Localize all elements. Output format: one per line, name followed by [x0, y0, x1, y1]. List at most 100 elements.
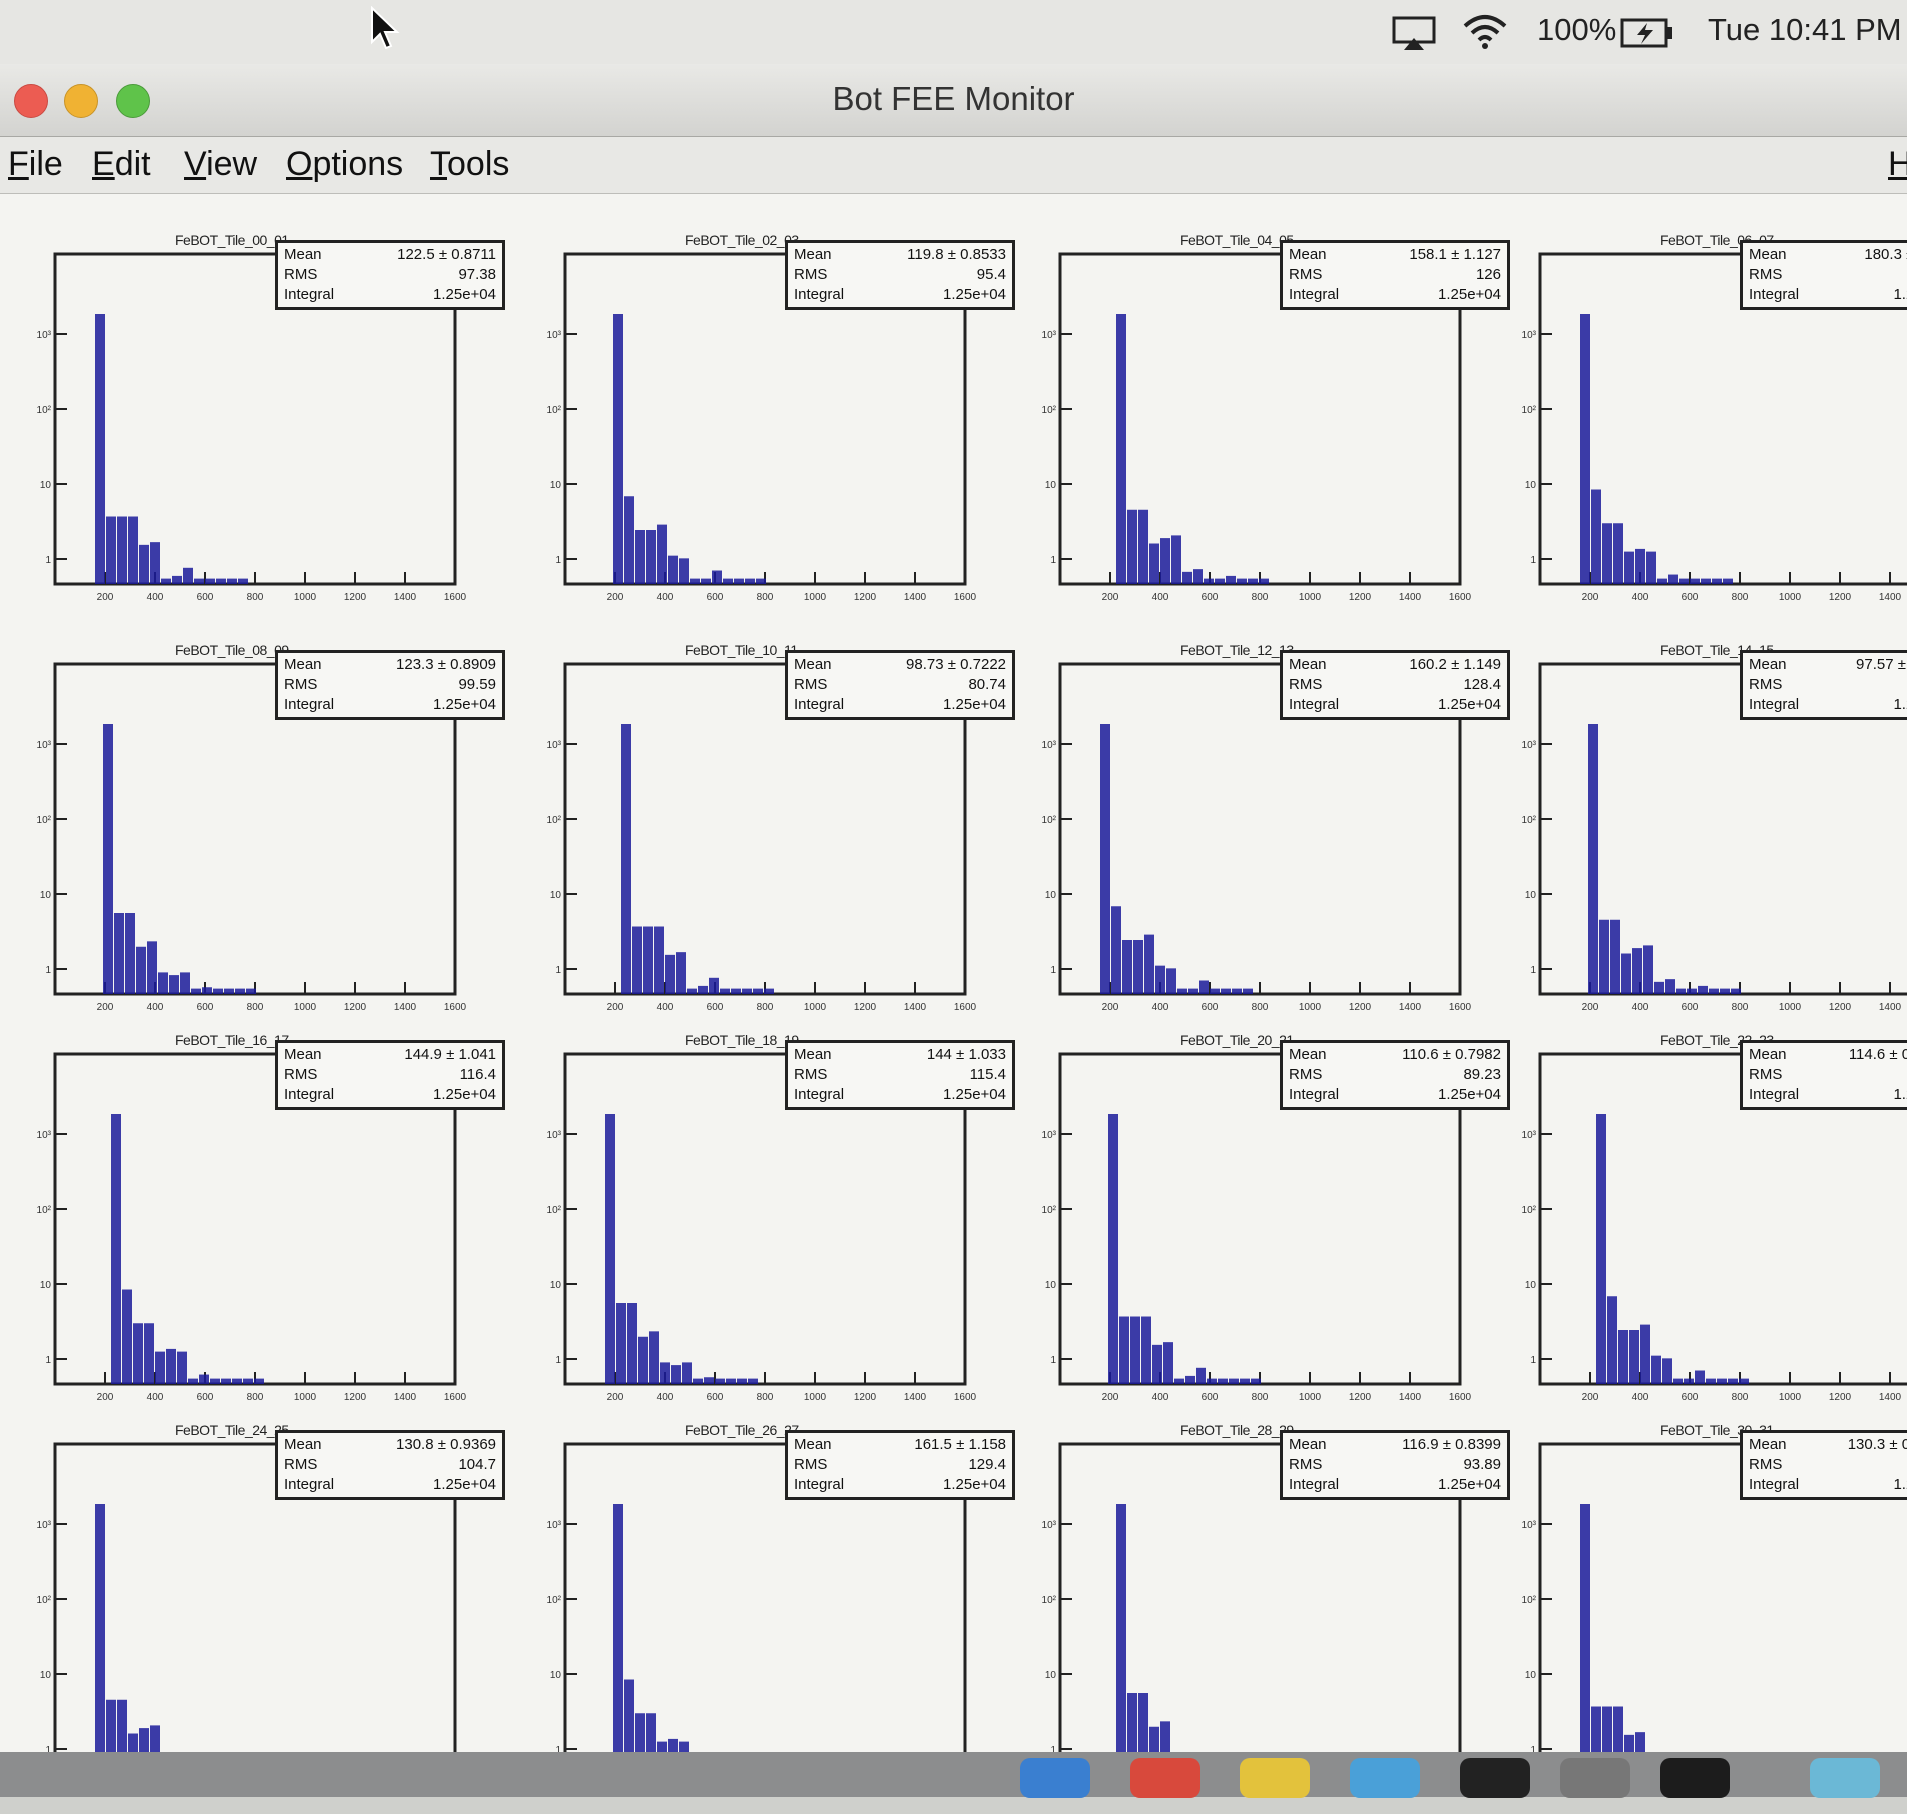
dock-app-icon[interactable]	[1020, 1758, 1090, 1798]
y-tick-label: 10³	[1522, 1520, 1537, 1531]
stats-value: 1.25e+04	[1438, 286, 1501, 303]
root-canvas[interactable]: FeBOT_Tile_00_01 10³ 10² 10 1 200 400 600 800 100…	[0, 194, 1907, 1797]
histogram-bar	[1588, 724, 1598, 994]
x-tick-label: 800	[757, 1392, 774, 1403]
histogram-bar	[1116, 314, 1126, 584]
histogram-pad[interactable]: FeBOT_Tile_14_15 10³ 10² 10 1 200 400 600 800 100…	[1522, 642, 1907, 1034]
stats-row-rms: RMS 93.89	[1289, 1455, 1501, 1475]
stats-label: Integral	[1289, 286, 1340, 303]
x-tick-label: 1400	[1399, 1002, 1422, 1013]
terminal-icon[interactable]	[1460, 1758, 1530, 1798]
histogram-bar	[1695, 1370, 1705, 1384]
stats-value: 130.8 ± 0.9369	[396, 1436, 496, 1453]
x-tick-label: 1000	[294, 592, 317, 603]
dock-app-icon[interactable]	[1240, 1758, 1310, 1798]
stats-box: Mean 144 ± 1.033 RMS 115.4 Integral 1.25e+04	[785, 1040, 1015, 1110]
histogram-bar	[232, 1378, 242, 1384]
histogram-bar	[1177, 988, 1187, 994]
y-tick-label: 10²	[1042, 1205, 1057, 1216]
window-titlebar[interactable]: Bot FEE Monitor	[0, 64, 1907, 137]
y-tick-label: 1	[555, 555, 561, 566]
stats-row-rms: RMS 129.4	[794, 1455, 1006, 1475]
stats-value: 1.25e+04	[433, 1086, 496, 1103]
x-tick-label: 800	[247, 1002, 264, 1013]
stats-label: Integral	[1289, 1476, 1340, 1493]
stats-row-mean: Mean 122.5 ± 0.8711	[284, 245, 496, 265]
menu-file[interactable]: File	[8, 145, 63, 184]
histogram-bar	[1141, 1316, 1151, 1384]
stats-label: RMS	[1289, 676, 1323, 693]
menu-tools[interactable]: Tools	[430, 145, 509, 184]
histogram-pad[interactable]: FeBOT_Tile_06_07 10³ 10² 10 1 200 400 600 800 100…	[1522, 232, 1907, 624]
stats-label: Integral	[1749, 696, 1800, 713]
histogram-bar	[235, 988, 245, 994]
dock-app-icon[interactable]	[1810, 1758, 1880, 1798]
y-tick-label: 10³	[1522, 740, 1537, 751]
y-tick-label: 10³	[37, 330, 52, 341]
menu-help[interactable]: H	[1888, 145, 1907, 184]
dock-app-icon[interactable]	[1660, 1758, 1730, 1798]
menu-view[interactable]: View	[184, 145, 257, 184]
histogram-pad[interactable]: FeBOT_Tile_18_19 10³ 10² 10 1 200 400 600 800 100…	[547, 1032, 1015, 1424]
histogram-pad[interactable]: FeBOT_Tile_00_01 10³ 10² 10 1 200 400 600 800 100…	[37, 232, 505, 624]
x-tick-label: 1200	[344, 1392, 367, 1403]
histogram-bar	[1723, 578, 1733, 584]
histogram-bar	[1643, 945, 1653, 994]
histogram-bar	[745, 578, 755, 584]
stats-label: Mean	[794, 656, 832, 673]
histogram-bar	[139, 544, 149, 584]
stats-value: 99.59	[458, 676, 496, 693]
histogram-bar	[668, 555, 678, 584]
stats-row-mean: Mean 119.8 ± 0.8533	[794, 245, 1006, 265]
histogram-bar	[103, 724, 113, 994]
histogram-pad[interactable]: FeBOT_Tile_22_23 10³ 10² 10 1 200 400 600 800 100…	[1522, 1032, 1907, 1424]
stats-value: 1.25e+04	[1438, 1476, 1501, 1493]
stats-row-mean: Mean 114.6 ± 0.82	[1749, 1045, 1907, 1065]
histogram-bar	[723, 578, 733, 584]
histogram-pad[interactable]: FeBOT_Tile_20_21 10³ 10² 10 1 200 400 600 800 100…	[1042, 1032, 1510, 1424]
wifi-icon[interactable]	[1462, 14, 1508, 50]
histogram-pad[interactable]: FeBOT_Tile_04_05 10³ 10² 10 1 200 400 600 800 100…	[1042, 232, 1510, 624]
histogram-bar	[1116, 1504, 1126, 1774]
y-tick-label: 1	[1050, 555, 1056, 566]
dock-app-icon[interactable]	[1130, 1758, 1200, 1798]
histogram-bar	[1690, 578, 1700, 584]
histogram-pad[interactable]: FeBOT_Tile_02_03 10³ 10² 10 1 200 400 600 800 100…	[547, 232, 1015, 624]
histogram-pad[interactable]: FeBOT_Tile_12_13 10³ 10² 10 1 200 400 600 800 100…	[1042, 642, 1510, 1034]
stats-value: 93.89	[1463, 1456, 1501, 1473]
histogram-bar	[726, 1378, 736, 1384]
histogram-bar	[1717, 1378, 1727, 1384]
histogram-bar	[1701, 578, 1711, 584]
battery-charging-icon[interactable]	[1620, 18, 1674, 48]
menu-edit[interactable]: Edit	[92, 145, 151, 184]
system-menu-bar: 100% Tue 10:41 PM	[0, 0, 1907, 65]
histogram-bar	[1668, 574, 1678, 584]
dock-app-icon[interactable]	[1350, 1758, 1420, 1798]
stats-row-rms: RMS 95.4	[794, 265, 1006, 285]
airplay-icon[interactable]	[1392, 16, 1436, 52]
histogram-bar	[205, 578, 215, 584]
histogram-bar	[1651, 1355, 1661, 1384]
y-tick-label: 10³	[1042, 1520, 1057, 1531]
y-tick-label: 1	[45, 965, 51, 976]
histogram-bar	[649, 1331, 659, 1384]
stats-label: RMS	[1289, 266, 1323, 283]
y-tick-label: 10	[1525, 1280, 1537, 1291]
battery-percent: 100%	[1537, 12, 1617, 47]
histogram-bar	[1207, 1378, 1217, 1384]
stats-label: Mean	[1289, 246, 1327, 263]
settings-icon[interactable]	[1560, 1758, 1630, 1798]
histogram-pad[interactable]: FeBOT_Tile_10_11 10³ 10² 10 1 200 400 600 800 100…	[547, 642, 1015, 1034]
stats-label: Integral	[794, 1476, 845, 1493]
histogram-bar	[1618, 1330, 1628, 1384]
histogram-bar	[1166, 968, 1176, 994]
x-tick-label: 1400	[904, 1392, 927, 1403]
histogram-pad[interactable]: FeBOT_Tile_08_09 10³ 10² 10 1 200 400 600 800 100…	[37, 642, 505, 1034]
histogram-bar	[690, 578, 700, 584]
histogram-pad[interactable]: FeBOT_Tile_16_17 10³ 10² 10 1 200 400 600 800 100…	[37, 1032, 505, 1424]
histogram-bar	[646, 530, 656, 584]
stats-box: Mean 161.5 ± 1.158 RMS 129.4 Integral 1.25e+0…	[785, 1430, 1015, 1500]
stats-value: 95.4	[976, 266, 1006, 283]
menu-options[interactable]: Options	[286, 145, 403, 184]
clock[interactable]: Tue 10:41 PM	[1708, 12, 1902, 48]
